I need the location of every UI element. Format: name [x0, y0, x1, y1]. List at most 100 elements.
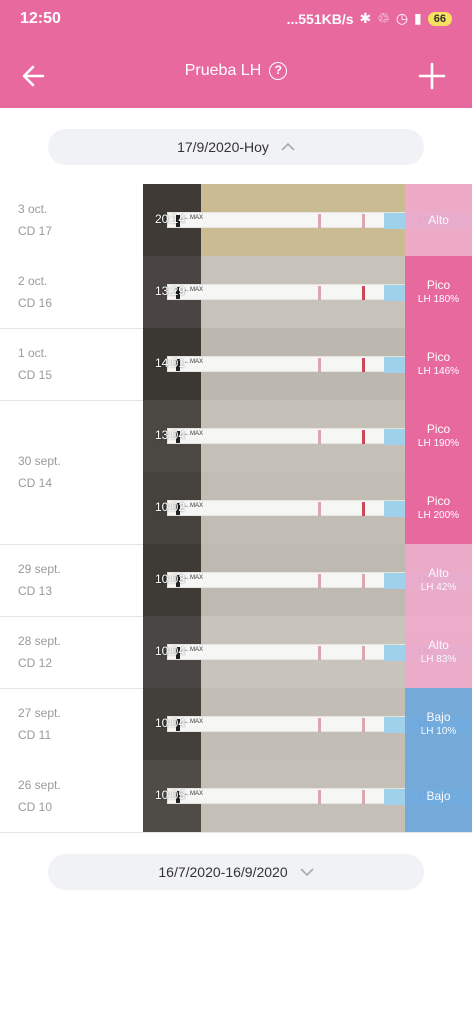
- result-value: LH 200%: [417, 510, 460, 521]
- result-badge: Alto LH 83%: [405, 616, 472, 688]
- strip-max-label: ←MAX: [184, 791, 204, 797]
- strip-max-label: ←MAX: [184, 287, 204, 293]
- day-row: 28 sept.CD 12←MAXLH10:04AltoLH 83%: [0, 616, 472, 688]
- signal-icon: ▮: [414, 10, 422, 26]
- cycle-day: CD 16: [18, 296, 53, 310]
- status-icons: ...551KB/s ✱ ♲ ◷ ▮ 66: [287, 10, 452, 27]
- battery-indicator: 66: [427, 11, 452, 26]
- app-header: 12:50 ...551KB/s ✱ ♲ ◷ ▮ 66 Prueba LH ?: [0, 0, 472, 108]
- test-time: 10:02: [155, 500, 186, 514]
- test-photo[interactable]: ←MAXLH20:14Alto: [143, 184, 472, 256]
- row-divider: [0, 832, 472, 833]
- day-row: 29 sept.CD 13←MAXLH10:03AltoLH 42%: [0, 544, 472, 616]
- result-status: Pico: [426, 350, 451, 364]
- plus-icon: [418, 62, 446, 90]
- day-date: 2 oct.: [18, 274, 48, 288]
- result-value: LH 146%: [417, 366, 460, 377]
- control-line: [318, 502, 321, 516]
- test-time: 10:03: [155, 572, 186, 586]
- cycle-day: CD 11: [18, 728, 52, 742]
- day-date: 30 sept.: [18, 454, 61, 468]
- test-line: [362, 286, 365, 300]
- network-speed: ...551KB/s: [286, 10, 354, 27]
- control-line: [318, 358, 321, 372]
- day-date: 27 sept.: [18, 706, 61, 720]
- control-line: [318, 790, 321, 804]
- test-line: [362, 574, 365, 588]
- result-status: Bajo: [426, 710, 451, 724]
- status-bar: 12:50 ...551KB/s ✱ ♲ ◷ ▮ 66: [0, 0, 472, 40]
- result-value: LH 180%: [417, 294, 460, 305]
- strip-max-label: ←MAX: [184, 719, 204, 725]
- control-line: [318, 718, 321, 732]
- control-line: [318, 286, 321, 300]
- date-range-label: 16/7/2020-16/9/2020: [158, 864, 288, 880]
- cycle-day: CD 15: [18, 368, 53, 382]
- test-time: 10:05: [155, 788, 186, 802]
- result-status: Alto: [428, 638, 449, 652]
- result-value: LH 83%: [420, 654, 457, 665]
- strip-max-label: ←MAX: [184, 575, 204, 581]
- page-title: Prueba LH: [184, 62, 262, 79]
- cycle-day: CD 12: [18, 656, 53, 670]
- status-time: 12:50: [20, 10, 61, 27]
- cycle-day: CD 14: [18, 476, 53, 490]
- test-time: 20:14: [155, 212, 186, 226]
- result-status: Bajo: [426, 789, 451, 803]
- help-icon[interactable]: ?: [269, 62, 288, 80]
- chevron-up-icon: [281, 142, 295, 151]
- test-photo[interactable]: ←MAXLH10:04AltoLH 83%: [143, 616, 472, 688]
- day-date: 28 sept.: [18, 634, 61, 648]
- mute-icon: ♲: [377, 10, 390, 26]
- result-badge: Pico LH 200%: [405, 472, 472, 544]
- result-status: Pico: [426, 422, 451, 436]
- test-photo[interactable]: ←MAXLH10:05Bajo: [143, 760, 472, 832]
- lh-test-list: 3 oct. CD 17 ←MAXLH20:14Alto 2 oct. CD 16 ←MA…: [0, 184, 472, 834]
- strip-max-label: ←MAX: [184, 359, 204, 365]
- cycle-day: CD 13: [18, 584, 53, 598]
- day-date: 1 oct.: [18, 346, 48, 360]
- result-value: LH 42%: [420, 582, 457, 593]
- result-badge: Bajo: [405, 760, 472, 832]
- test-photo[interactable]: ←MAXLH13:29PicoLH 180%: [143, 256, 472, 328]
- result-badge: Alto LH 42%: [405, 544, 472, 616]
- day-row: 30 sept.CD 14←MAXLH13:04PicoLH 190%←MAXL…: [0, 400, 472, 544]
- result-badge: Bajo LH 10%: [405, 688, 472, 760]
- day-date: 26 sept.: [18, 778, 61, 792]
- test-time: 13:04: [155, 428, 186, 442]
- test-photo[interactable]: ←MAXLH10:03AltoLH 42%: [143, 544, 472, 616]
- test-photo[interactable]: ←MAXLH14:01PicoLH 146%: [143, 328, 472, 400]
- day-row: 26 sept.CD 10←MAXLH10:05Bajo: [0, 760, 472, 832]
- control-line: [318, 646, 321, 660]
- cycle-day: CD 10: [18, 800, 53, 814]
- test-photo[interactable]: ←MAXLH10:02PicoLH 200%: [143, 472, 472, 544]
- control-line: [318, 574, 321, 588]
- test-time: 14:01: [155, 356, 186, 370]
- test-line: [362, 718, 365, 732]
- test-photo[interactable]: ←MAXLH10:04BajoLH 10%: [143, 688, 472, 760]
- test-line: [362, 214, 365, 228]
- bluetooth-icon: ✱: [359, 10, 372, 26]
- result-status: Alto: [428, 566, 449, 580]
- result-badge: Pico LH 180%: [405, 256, 472, 328]
- result-status: Pico: [426, 278, 451, 292]
- control-line: [318, 430, 321, 444]
- cycle-day: CD 17: [18, 224, 53, 238]
- result-badge: Pico LH 146%: [405, 328, 472, 400]
- test-time: 10:04: [155, 644, 186, 658]
- date-range-current[interactable]: 17/9/2020-Hoy: [48, 129, 424, 165]
- date-range-previous[interactable]: 16/7/2020-16/9/2020: [48, 854, 424, 890]
- chevron-down-icon: [300, 868, 314, 877]
- add-test-button[interactable]: [412, 56, 452, 96]
- alarm-icon: ◷: [395, 10, 409, 26]
- result-value: LH 10%: [420, 726, 457, 737]
- strip-max-label: ←MAX: [184, 215, 204, 221]
- day-row: 1 oct.CD 15←MAXLH14:01PicoLH 146%: [0, 328, 472, 400]
- date-range-label: 17/9/2020-Hoy: [177, 139, 269, 155]
- test-photo[interactable]: ←MAXLH13:04PicoLH 190%: [143, 400, 472, 472]
- result-status: Pico: [426, 494, 451, 508]
- strip-max-label: ←MAX: [184, 503, 204, 509]
- day-date: 3 oct.: [18, 202, 48, 216]
- result-badge: Pico LH 190%: [405, 400, 472, 472]
- test-time: 10:04: [155, 716, 186, 730]
